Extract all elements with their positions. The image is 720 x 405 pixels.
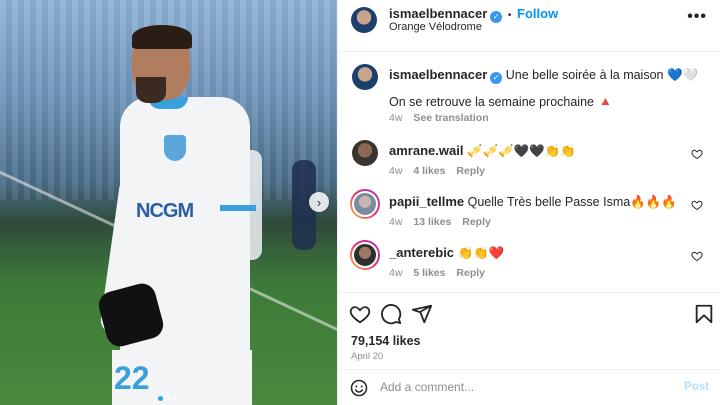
post-comment-button[interactable]: Post [684,381,709,393]
verified-icon: ✓ [490,11,503,23]
comment-time: 4w [389,267,403,279]
heart-icon[interactable] [691,199,703,211]
sponsor-logo: NCGM [136,200,194,222]
club-crest [164,135,186,161]
comment-text: papii_tellme Quelle Très belle Passe Ism… [389,194,679,210]
carousel-dot [166,396,171,401]
reply-button[interactable]: Reply [462,216,491,228]
next-image-button[interactable]: › [309,192,329,212]
comment-meta: 4w 13 likes Reply [389,216,491,228]
caption-text: ismaelbennacer ✓ Une belle soirée à la ma… [389,67,699,84]
jersey-number: 22 [114,360,150,396]
comment-icon[interactable] [380,303,402,325]
author-avatar[interactable] [351,7,377,33]
comment-item: _anterebic 👏👏❤️ 4w 5 likes Reply [350,240,707,286]
more-options-icon[interactable]: ••• [687,8,707,26]
verified-icon: ✓ [490,72,503,84]
caption-line1: Une belle soirée à la maison 💙🤍 [505,68,699,82]
comment-body: 👏👏❤️ [457,246,505,260]
comment-likes[interactable]: 13 likes [413,216,451,228]
comment-likes[interactable]: 5 likes [413,267,445,279]
comment-item: papii_tellme Quelle Très belle Passe Ism… [350,189,707,235]
comment-likes[interactable]: 4 likes [413,165,445,177]
heart-icon[interactable] [691,250,703,262]
comment-text: amrane.wail 🎺🎺🎺🖤🖤👏👏 [389,143,679,159]
comment-avatar [352,191,378,217]
location-link[interactable]: Orange Vélodrome [389,21,482,33]
see-translation-link[interactable]: See translation [413,112,488,124]
post-date: April 20 [351,351,384,362]
reply-button[interactable]: Reply [456,165,485,177]
comment-item: amrane.wail 🎺🎺🎺🖤🖤👏👏 4w 4 likes Reply [352,140,707,184]
comment-avatar [352,242,378,268]
comment-username[interactable]: papii_tellme [389,194,464,209]
post-panel: ismaelbennacer ✓ • Follow Orange Vélodrom… [337,0,720,405]
like-heart-icon[interactable] [349,303,371,325]
likes-count[interactable]: 79,154 likes [351,334,421,348]
comment-body: 🎺🎺🎺🖤🖤👏👏 [466,144,576,158]
comment-input[interactable] [380,380,660,394]
reply-button[interactable]: Reply [456,267,485,279]
story-ring[interactable] [350,240,380,270]
caption-username[interactable]: ismaelbennacer [389,67,487,82]
comment-meta: 4w 4 likes Reply [389,165,485,177]
story-ring[interactable] [350,189,380,219]
post-header: ismaelbennacer ✓ • Follow Orange Vélodrom… [338,0,720,52]
comment-username[interactable]: _anterebic [389,245,454,260]
caption-line2: On se retrouve la semaine prochaine 🔺 [389,95,614,109]
add-comment-bar: Post [338,369,720,405]
comment-time: 4w [389,165,403,177]
caption-meta: 4w See translation [389,112,489,124]
separator: • [507,10,512,21]
chevron-right-icon: › [316,194,322,210]
player-figure: NCGM 22 [95,25,270,405]
beard [136,77,166,103]
comment-body: Quelle Très belle Passe Isma🔥🔥🔥 [467,195,677,209]
bookmark-icon[interactable] [693,303,715,325]
heart-icon[interactable] [691,148,703,160]
caption-avatar[interactable] [352,64,378,90]
emoji-icon[interactable] [350,379,368,397]
share-icon[interactable] [411,303,433,325]
post-image[interactable]: NCGM 22 › [0,0,337,405]
comment-time: 4w [389,216,403,228]
comment-meta: 4w 5 likes Reply [389,267,485,279]
carousel-dot [158,396,163,401]
author-username[interactable]: ismaelbennacer [389,6,487,21]
follow-button[interactable]: Follow [517,6,558,21]
hair [132,25,192,49]
comment-avatar[interactable] [352,140,378,166]
comment-username[interactable]: amrane.wail [389,143,463,158]
carousel-dot [174,396,179,401]
caption-time: 4w [389,112,403,124]
sleeve-stripe [220,205,256,211]
carousel-dots [158,396,179,401]
action-bar [338,292,720,332]
comment-text: _anterebic 👏👏❤️ [389,245,679,261]
